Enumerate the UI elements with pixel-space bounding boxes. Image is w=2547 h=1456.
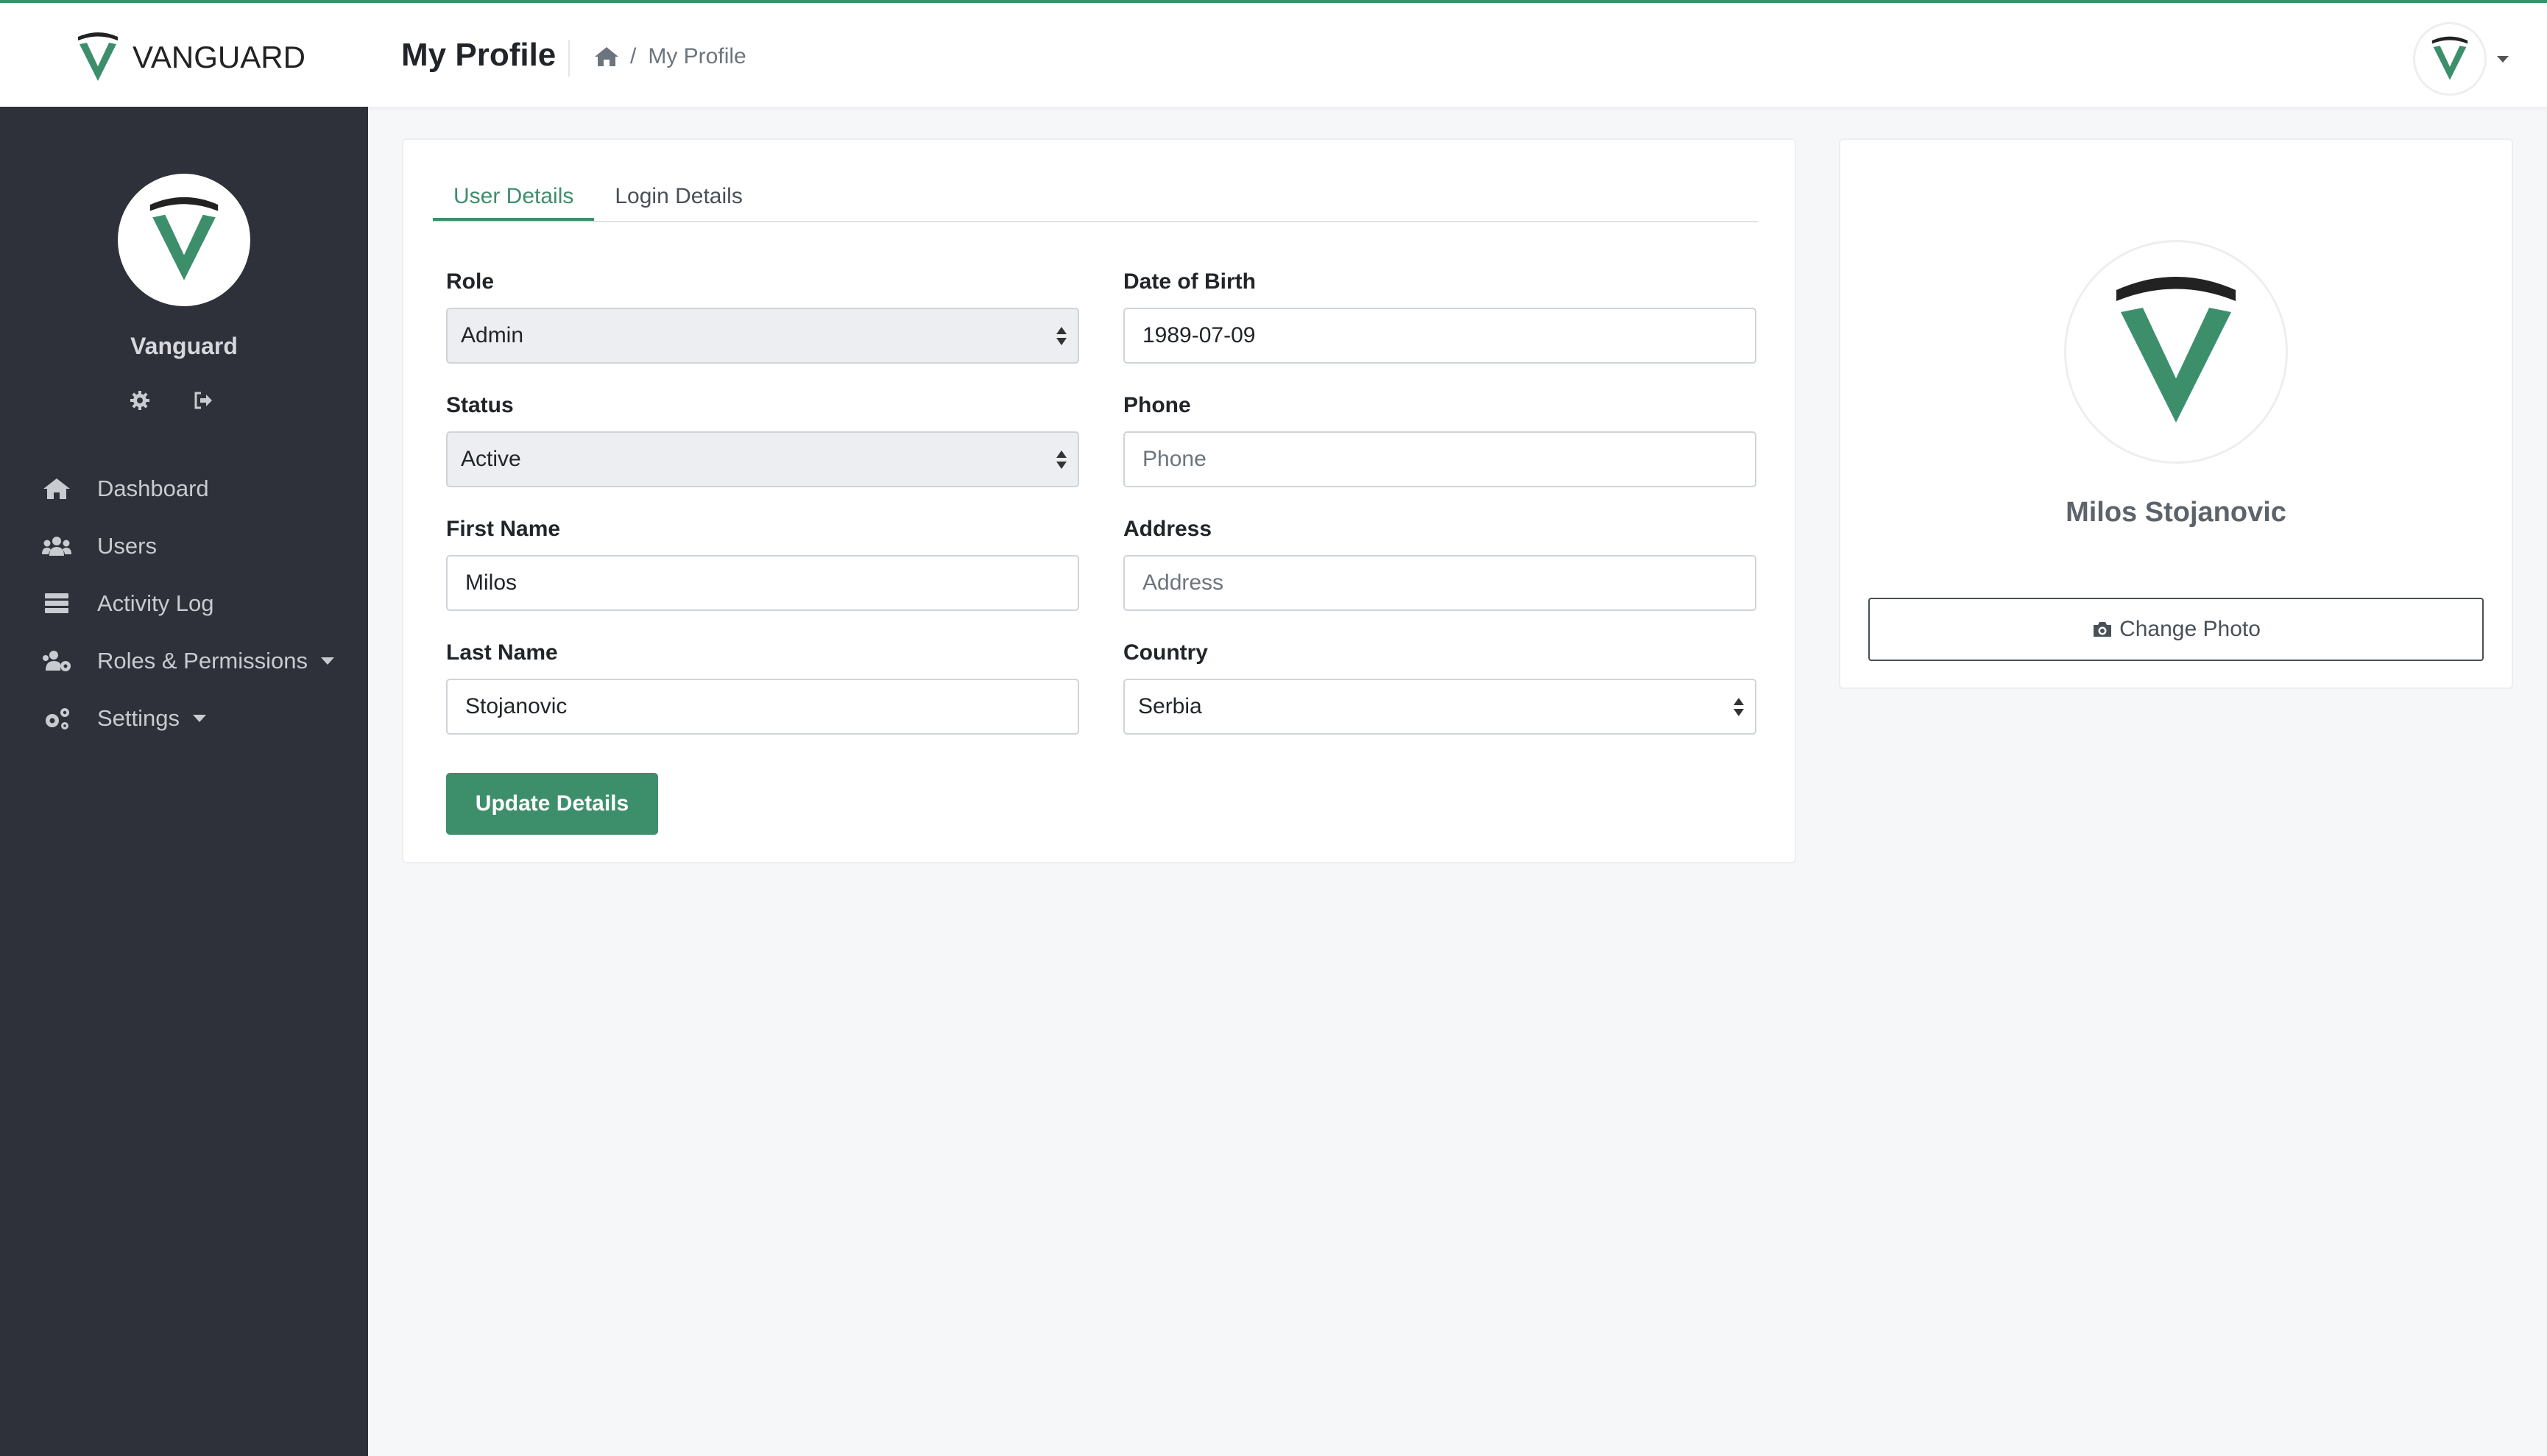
sidebar-item-dashboard[interactable]: Dashboard [0,460,368,517]
vanguard-shield-logo [2431,36,2468,80]
sidebar-item-settings[interactable]: Settings [0,690,368,747]
profile-avatar [2064,240,2288,464]
vanguard-shield-logo [2116,277,2236,423]
phone-label: Phone [1123,393,1191,417]
role-field: Role Admin [446,269,1079,364]
status-select[interactable]: Active [446,431,1079,487]
top-navbar: VANGUARD My Profile / My Profile [0,0,2547,107]
sidebar: Vanguard Dashboard Users Activity Log Ro… [0,107,368,1456]
select-arrows-icon [1733,696,1745,718]
page-title: My Profile [401,37,557,73]
home-icon [43,478,70,499]
select-arrows-icon [1056,449,1067,471]
change-photo-button[interactable]: Change Photo [1868,598,2484,661]
phone-input[interactable] [1123,431,1756,487]
address-label: Address [1123,517,1212,541]
profile-tabs: User Details Login Details [433,175,1758,222]
first-name-field: First Name [446,517,1079,611]
chevron-down-icon[interactable] [2497,55,2509,63]
profile-name: Milos Stojanovic [2066,497,2286,528]
role-label: Role [446,269,495,294]
address-field: Address [1123,517,1756,611]
sidebar-item-roles-permissions[interactable]: Roles & Permissions [0,632,368,690]
sidebar-item-activity-log[interactable]: Activity Log [0,575,368,632]
users-icon [42,537,71,556]
last-name-field: Last Name [446,640,1079,735]
avatar[interactable] [2413,22,2487,96]
server-icon [45,593,68,613]
profile-photo-card: Milos Stojanovic Change Photo [1839,138,2513,689]
chevron-down-icon [320,657,334,665]
sidebar-item-users[interactable]: Users [0,517,368,575]
sidebar-user-name: Vanguard [130,333,238,359]
sidebar-avatar[interactable] [118,174,250,306]
sign-out-icon[interactable] [193,390,213,411]
users-cog-icon [43,651,71,671]
change-photo-label: Change Photo [2119,617,2261,641]
first-name-input[interactable] [446,555,1079,611]
sidebar-item-label: Roles & Permissions [97,648,308,674]
status-label: Status [446,393,514,417]
sidebar-actions [130,390,213,411]
chevron-down-icon [193,715,207,722]
sidebar-item-label: Activity Log [97,590,214,616]
role-select[interactable]: Admin [446,308,1079,364]
phone-field: Phone [1123,393,1756,487]
vanguard-shield-logo [78,32,118,81]
camera-icon [2094,622,2112,637]
brand-name: VANGUARD [133,40,305,74]
gear-icon[interactable] [130,390,150,411]
first-name-label: First Name [446,517,561,541]
sidebar-item-label: Dashboard [97,476,209,501]
country-field: Country Serbia [1123,640,1756,735]
brand[interactable]: VANGUARD [72,29,305,85]
status-value: Active [461,447,521,471]
sidebar-item-label: Users [97,533,157,559]
breadcrumb-current: My Profile [648,44,746,68]
country-select[interactable]: Serbia [1123,679,1756,735]
dob-field: Date of Birth [1123,269,1756,364]
select-arrows-icon [1056,325,1067,347]
home-icon[interactable] [593,45,620,68]
role-value: Admin [461,323,524,347]
user-menu[interactable] [2413,22,2509,96]
user-details-card: User Details Login Details Role Admin St… [402,138,1796,863]
status-field: Status Active [446,393,1079,487]
last-name-input[interactable] [446,679,1079,735]
country-label: Country [1123,640,1208,665]
breadcrumb-separator: / [630,44,637,68]
cogs-icon [46,708,69,729]
address-input[interactable] [1123,555,1756,611]
country-value: Serbia [1138,694,1202,718]
last-name-label: Last Name [446,640,558,665]
breadcrumb: / My Profile [593,44,746,69]
dob-input[interactable] [1123,308,1756,364]
dob-label: Date of Birth [1123,269,1256,294]
sidebar-item-label: Settings [97,705,180,731]
tab-user-details[interactable]: User Details [433,175,595,221]
sidebar-nav: Dashboard Users Activity Log Roles & Per… [0,460,368,747]
header-divider [568,40,570,77]
tab-login-details[interactable]: Login Details [594,175,763,221]
update-details-button[interactable]: Update Details [446,773,658,835]
vanguard-shield-logo [149,197,219,280]
